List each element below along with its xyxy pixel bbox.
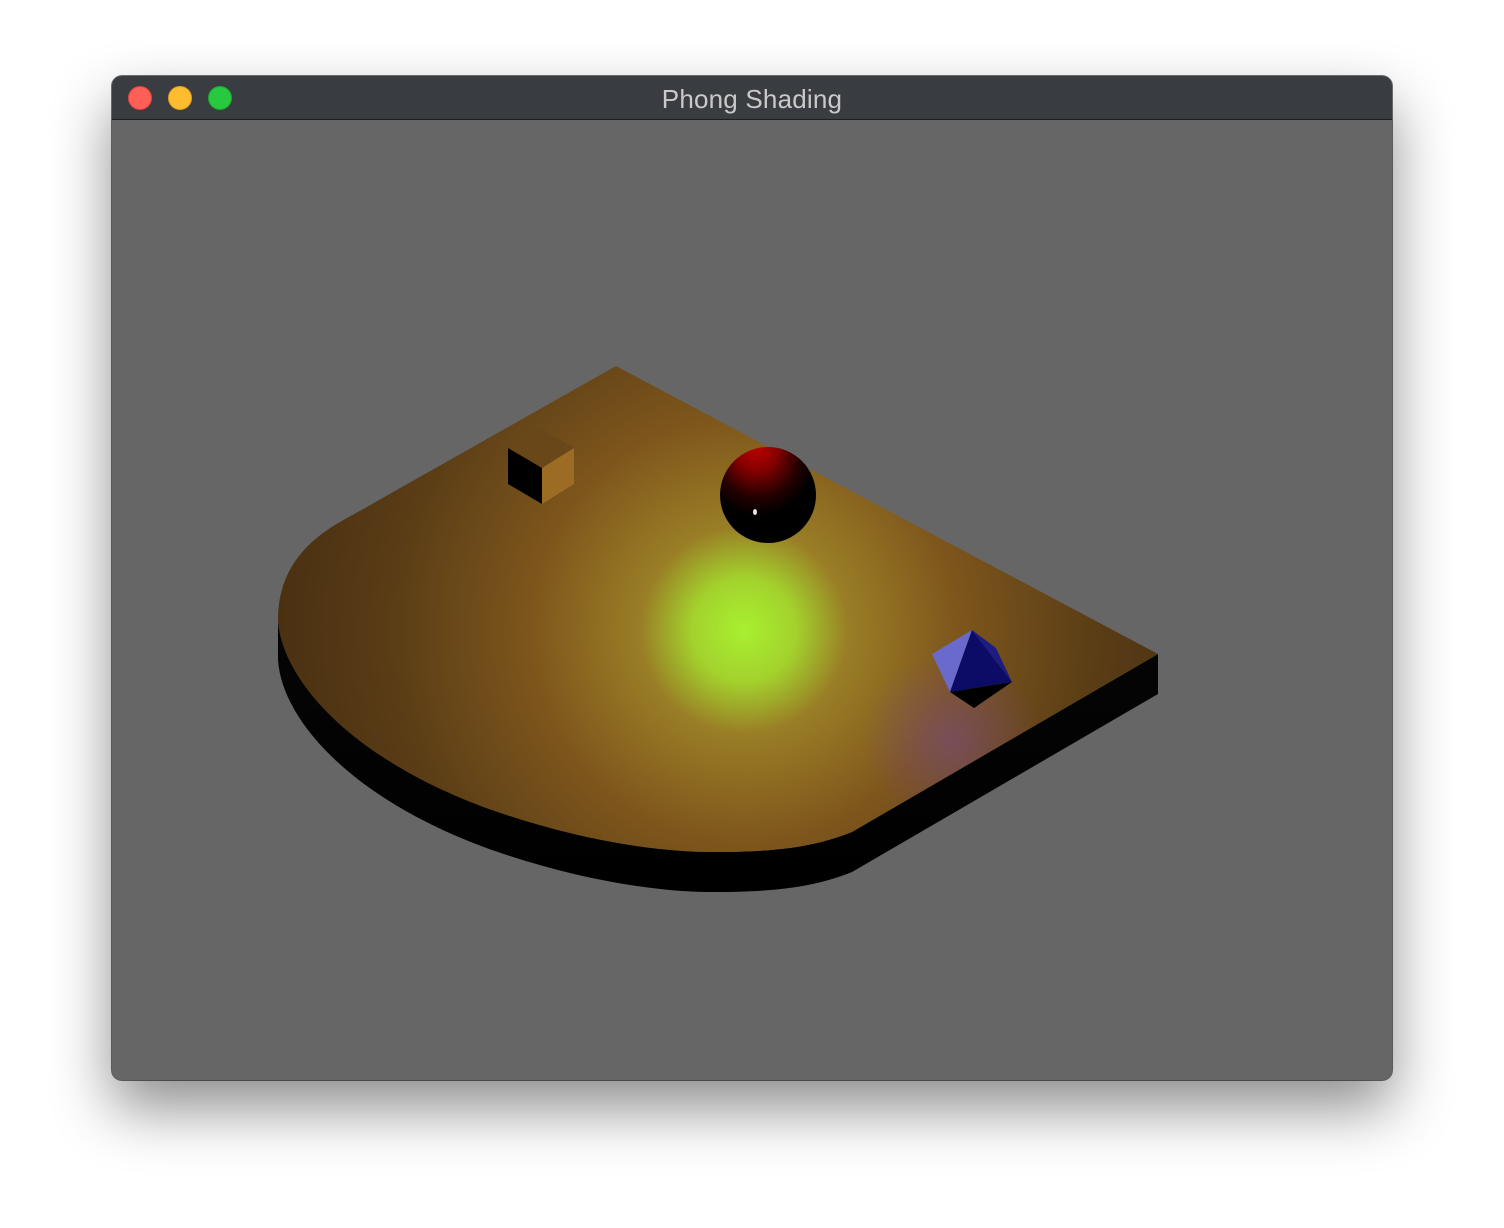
scene-canvas xyxy=(278,366,1158,892)
title-bar[interactable]: Phong Shading xyxy=(112,76,1392,120)
app-window: Phong Shading xyxy=(112,76,1392,1080)
window-title: Phong Shading xyxy=(661,84,843,114)
render-viewport[interactable] xyxy=(112,120,1392,1080)
sphere xyxy=(720,447,816,543)
